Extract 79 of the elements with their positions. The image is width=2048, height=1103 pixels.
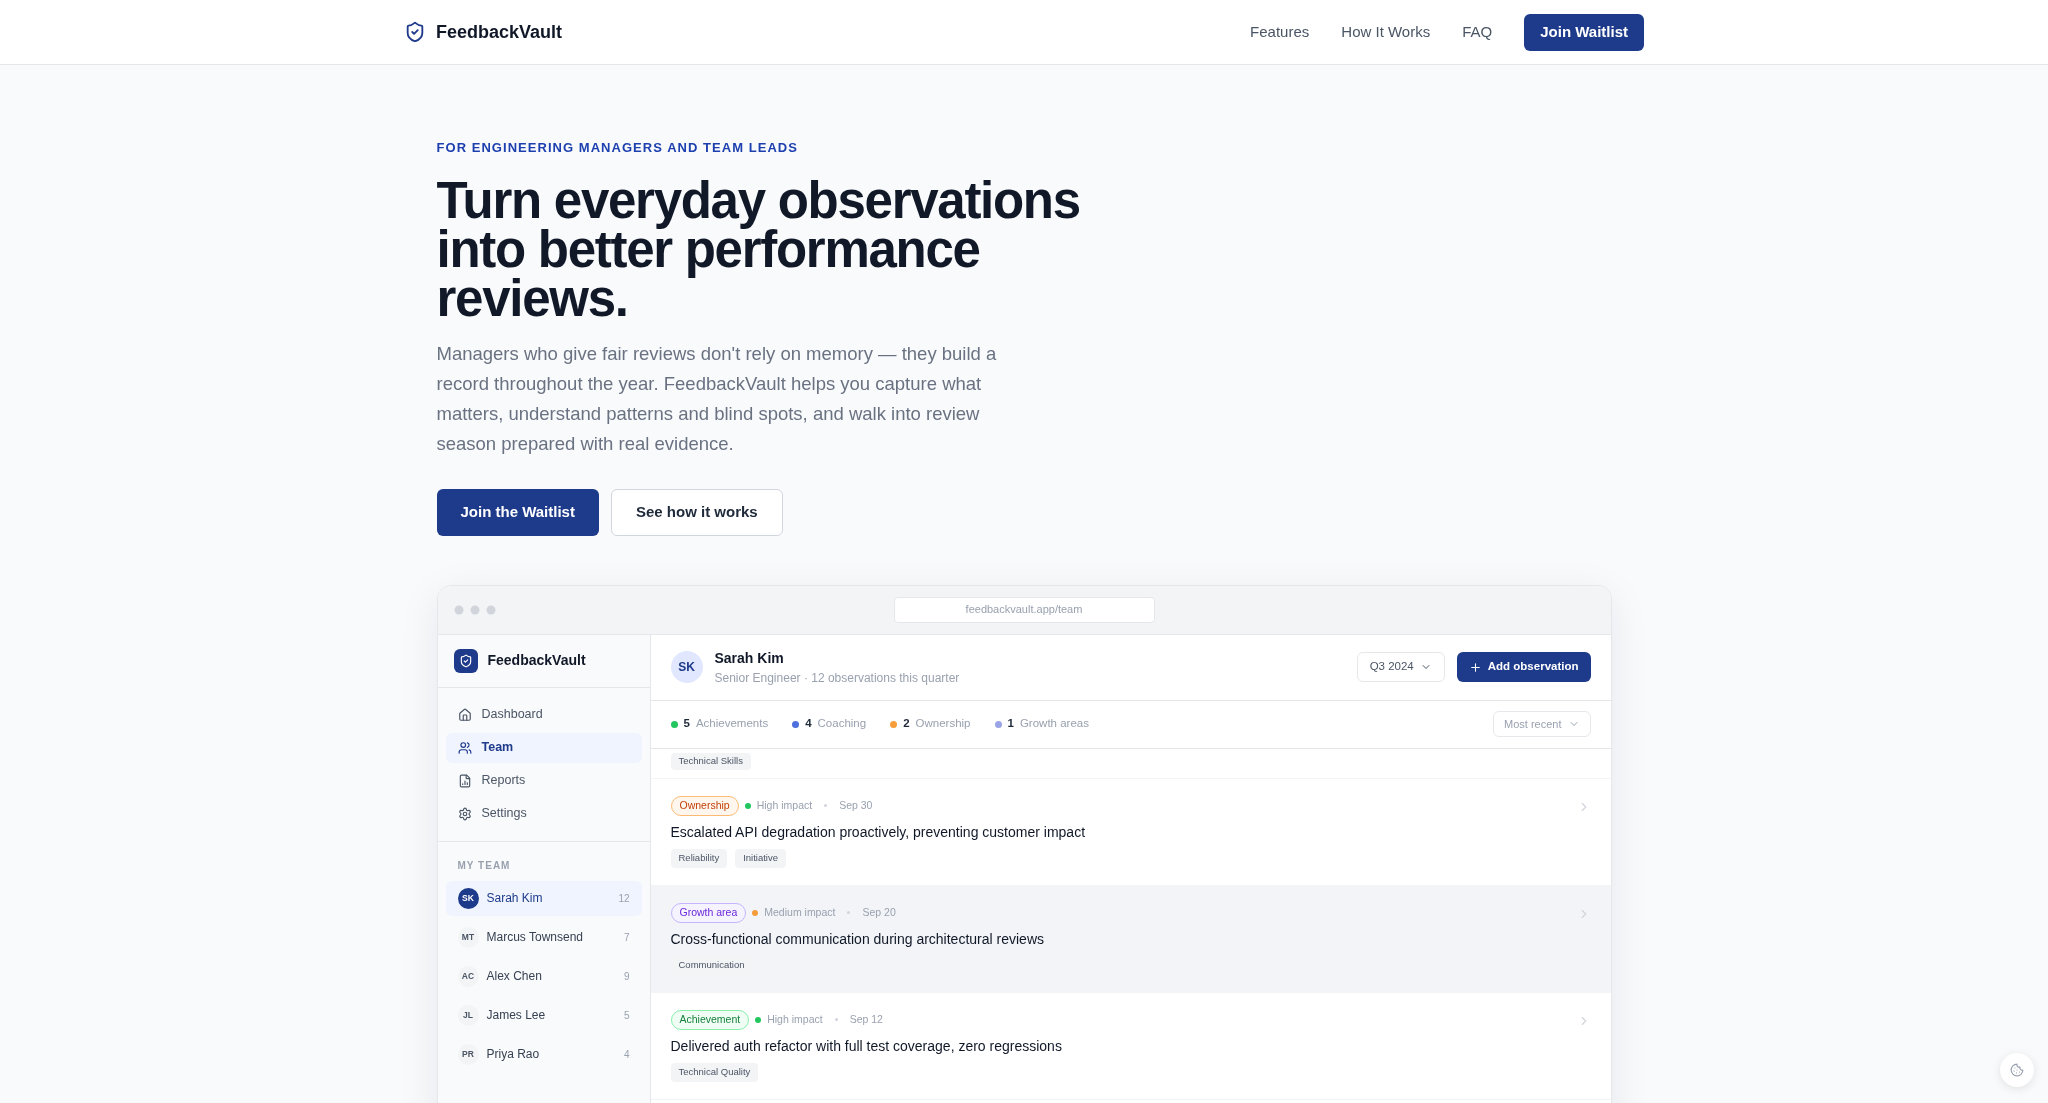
url-field: feedbackvault.app/team xyxy=(893,596,1155,623)
hero-heading: Turn everyday observations into better performance reviews. xyxy=(436,175,1081,323)
sidebar-nav-item[interactable]: Team xyxy=(445,732,642,763)
logo-icon xyxy=(404,21,426,43)
section-heading: MY TEAM xyxy=(456,858,512,873)
summary-count: 4 xyxy=(805,716,812,732)
impact-label: High impact xyxy=(756,797,813,813)
nav-link[interactable]: Features xyxy=(1250,20,1310,44)
tag: Technical Quality xyxy=(670,1062,759,1082)
tag: Initiative xyxy=(735,848,786,868)
eyebrow-text: FOR ENGINEERING MANAGERS AND TEAM LEADS xyxy=(436,139,798,157)
team-member-item[interactable]: PR Priya Rao 4 xyxy=(445,1036,642,1072)
avatar: JL xyxy=(457,1004,479,1026)
logo-icon xyxy=(453,648,478,673)
observation-date: Sep 30 xyxy=(839,797,873,813)
avatar: SK xyxy=(457,887,479,909)
observation-count: 7 xyxy=(623,930,630,945)
category-badge: Ownership xyxy=(670,795,739,816)
people-icon xyxy=(457,740,472,755)
avatar: MT xyxy=(457,926,479,948)
summary-count: 5 xyxy=(683,716,690,732)
observation-title: Cross-functional communication during architectural reviews xyxy=(670,929,1045,949)
summary-count: 1 xyxy=(1007,716,1014,732)
observation-card[interactable]: Growth area Medium impact Sep 20 Cross-functional communication during architectural reviews Communication xyxy=(650,885,1611,993)
observation-title: Escalated API degradation proactively, preventing customer impact xyxy=(670,822,1087,842)
impact-label: High impact xyxy=(767,1011,823,1027)
tag: Technical Skills xyxy=(670,752,751,770)
summary-label: Coaching xyxy=(817,716,867,732)
tag: Reliability xyxy=(670,848,728,868)
window-dots-icon xyxy=(453,604,498,615)
observation-count: 5 xyxy=(623,1008,630,1023)
sidebar-nav-item[interactable]: Settings xyxy=(445,798,642,829)
plus-icon xyxy=(1468,660,1482,674)
add-observation-button[interactable]: Add observation xyxy=(1456,652,1591,682)
home-icon xyxy=(457,707,472,722)
member-name: Sarah Kim xyxy=(486,890,544,907)
summary-label: Growth areas xyxy=(1019,716,1089,732)
category-badge: Achievement xyxy=(670,1009,750,1030)
team-member-item[interactable]: SK Sarah Kim 12 xyxy=(445,880,642,916)
sidebar-nav-item[interactable]: Dashboard xyxy=(445,699,642,730)
hero-description: Managers who give fair reviews don't rely on memory — they build a record throughout the year. FeedbackVault helps you capture what matters, understand patterns and blind spots, and walk into review season prepared with real evidence. xyxy=(436,341,998,456)
nav-link[interactable]: FAQ xyxy=(1462,20,1493,44)
sidebar-nav-item[interactable]: Reports xyxy=(445,765,642,796)
profile-name: Sarah Kim xyxy=(714,648,785,668)
observation-count: 9 xyxy=(623,969,630,984)
join-waitlist-button[interactable]: Join the Waitlist xyxy=(436,488,599,536)
member-name: Marcus Townsend xyxy=(486,929,584,946)
app-brand: FeedbackVault xyxy=(487,651,586,670)
summary-count: 2 xyxy=(903,716,910,732)
cookie-icon xyxy=(2010,1063,2024,1077)
brand-name: FeedbackVault xyxy=(436,20,563,44)
summary-label: Ownership xyxy=(915,716,971,732)
summary-label: Achievements xyxy=(695,716,769,732)
impact-label: Medium impact xyxy=(764,904,836,920)
avatar: AC xyxy=(457,965,479,987)
period-dropdown[interactable]: Q3 2024 xyxy=(1356,652,1445,682)
observation-count: 4 xyxy=(623,1047,630,1062)
team-member-item[interactable]: MT Marcus Townsend 7 xyxy=(445,919,642,955)
member-name: James Lee xyxy=(486,1007,547,1024)
profile-avatar: SK xyxy=(670,651,703,683)
observation-date: Sep 12 xyxy=(849,1011,883,1027)
join-waitlist-button[interactable]: Join Waitlist xyxy=(1524,13,1644,51)
profile-subtitle: Senior Engineer · 12 observations this quarter xyxy=(714,669,961,687)
member-name: Priya Rao xyxy=(486,1046,541,1063)
file-chart-icon xyxy=(457,773,472,788)
cookie-settings-button[interactable] xyxy=(2000,1053,2034,1087)
settings-icon xyxy=(457,806,472,821)
avatar: PR xyxy=(457,1043,479,1065)
member-name: Alex Chen xyxy=(486,968,543,985)
team-member-item[interactable]: AC Alex Chen 9 xyxy=(445,958,642,994)
nav-link[interactable]: How It Works xyxy=(1341,20,1431,44)
category-badge: Growth area xyxy=(670,902,747,923)
observation-card[interactable]: Ownership High impact Sep 30 Escalated API degradation proactively, preventing customer impact Reliability Initiative xyxy=(650,778,1611,886)
observation-date: Sep 20 xyxy=(862,904,896,920)
observation-count: 12 xyxy=(618,891,630,906)
see-how-it-works-button[interactable]: See how it works xyxy=(610,488,783,536)
observation-title: Delivered auth refactor with full test coverage, zero regressions xyxy=(670,1036,1063,1056)
team-member-item[interactable]: JL James Lee 5 xyxy=(445,997,642,1033)
observation-card[interactable]: Achievement High impact Sep 12 Delivered auth refactor with full test coverage, zero regressions Technical Quality xyxy=(650,992,1611,1100)
